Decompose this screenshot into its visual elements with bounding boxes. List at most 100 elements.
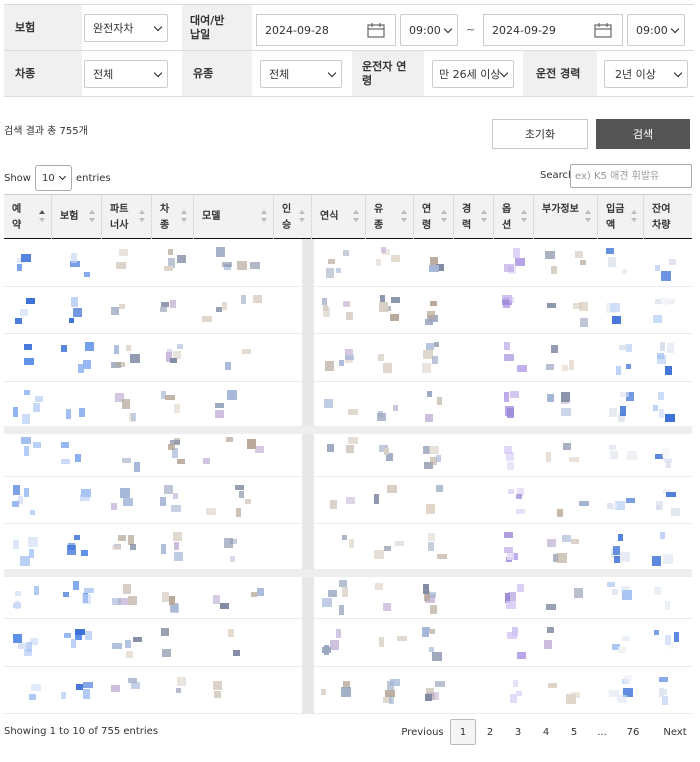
blurred-content xyxy=(626,364,631,369)
table-cell xyxy=(598,572,644,618)
table-cell xyxy=(534,239,598,285)
blurred-content xyxy=(24,649,32,656)
pagination-page[interactable]: 76 xyxy=(616,719,650,745)
table-cell xyxy=(494,619,534,665)
entries-per-page-select[interactable]: 10 xyxy=(34,165,72,191)
column-header-experience[interactable]: 경력 xyxy=(454,195,494,239)
blurred-content xyxy=(12,500,19,507)
blurred-content xyxy=(203,458,210,464)
blurred-content xyxy=(171,603,179,613)
sort-icon xyxy=(631,210,637,224)
pagination-page[interactable]: 3 xyxy=(504,719,532,745)
fuel-type-select[interactable]: 전체 xyxy=(260,60,342,88)
column-header-seats[interactable]: 인승 xyxy=(274,195,312,239)
blurred-content xyxy=(384,546,391,551)
column-header-deposit[interactable]: 입금액 xyxy=(598,195,644,239)
table-row[interactable] xyxy=(4,334,692,382)
table-row[interactable] xyxy=(4,667,692,714)
table-cell xyxy=(644,572,692,618)
table-cell xyxy=(644,334,692,380)
car-type-label: 차종 xyxy=(4,51,82,96)
insurance-select[interactable]: 완전자차 xyxy=(84,14,168,42)
blurred-content xyxy=(21,254,31,262)
table-cell xyxy=(102,287,152,333)
table-cell xyxy=(534,287,598,333)
entries-length-control: Show 10 entries xyxy=(4,165,111,191)
reset-button[interactable]: 초기화 xyxy=(492,119,588,149)
calendar-icon[interactable] xyxy=(594,22,612,38)
table-row[interactable] xyxy=(4,572,692,619)
blurred-content xyxy=(216,306,222,312)
pagination-page[interactable]: 5 xyxy=(560,719,588,745)
table-row[interactable] xyxy=(4,619,692,667)
table-row[interactable] xyxy=(4,429,692,477)
blurred-content xyxy=(504,342,510,350)
blurred-content xyxy=(29,549,34,558)
blurred-content xyxy=(547,539,556,547)
blurred-content xyxy=(63,591,69,597)
blurred-content xyxy=(161,628,169,636)
table-row[interactable] xyxy=(4,382,692,429)
column-header-model[interactable]: 모델 xyxy=(194,195,274,239)
search-button[interactable]: 검색 xyxy=(596,119,690,149)
pagination-next[interactable]: Next xyxy=(654,719,696,745)
table-search-input[interactable] xyxy=(570,164,692,188)
blurred-content xyxy=(428,533,435,541)
column-header-reservation[interactable]: 예약 xyxy=(4,195,52,239)
table-cell xyxy=(312,287,366,333)
table-row[interactable] xyxy=(4,287,692,334)
column-header-options[interactable]: 옵션 xyxy=(494,195,534,239)
sort-icon xyxy=(89,210,95,224)
blurred-content xyxy=(118,535,126,541)
column-header-partner[interactable]: 파트너사 xyxy=(102,195,152,239)
blurred-content xyxy=(571,539,579,544)
driver-age-select[interactable]: 만 26세 이상 xyxy=(432,60,514,88)
table-row[interactable] xyxy=(4,239,692,287)
column-header-car-type[interactable]: 차종 xyxy=(152,195,194,239)
column-header-insurance[interactable]: 보험 xyxy=(52,195,102,239)
blurred-content xyxy=(345,355,354,360)
column-header-remaining-cars[interactable]: 잔여차량 xyxy=(644,195,692,239)
pagination-page[interactable]: 1 xyxy=(450,719,476,745)
driving-experience-select[interactable]: 2년 이상 xyxy=(604,60,688,88)
blurred-content xyxy=(609,445,616,450)
end-date-input[interactable]: 2024-09-29 xyxy=(483,14,623,46)
column-header-age[interactable]: 연령 xyxy=(414,195,454,239)
blurred-content xyxy=(662,695,668,705)
pagination-page[interactable]: 4 xyxy=(532,719,560,745)
column-header-year[interactable]: 연식 xyxy=(312,195,366,239)
blurred-content xyxy=(164,266,173,271)
blurred-content xyxy=(322,297,327,305)
blurred-content xyxy=(15,590,21,596)
blurred-content xyxy=(116,262,126,269)
calendar-icon[interactable] xyxy=(367,22,385,38)
blurred-content xyxy=(557,508,563,517)
pagination-previous[interactable]: Previous xyxy=(400,719,445,745)
table-row[interactable] xyxy=(4,477,692,524)
blurred-content xyxy=(619,345,627,350)
chevron-down-icon xyxy=(443,24,453,34)
table-cell xyxy=(152,619,194,665)
table-cell xyxy=(494,239,534,285)
table-cell xyxy=(312,572,366,618)
blurred-content xyxy=(237,261,247,270)
column-header-fuel[interactable]: 유종 xyxy=(366,195,414,239)
start-date-input[interactable]: 2024-09-28 xyxy=(256,14,396,46)
insurance-label: 보험 xyxy=(4,5,82,50)
pagination-page[interactable]: 2 xyxy=(476,719,504,745)
blurred-content xyxy=(516,493,522,499)
column-header-extra-info[interactable]: 부가정보 xyxy=(534,195,598,239)
blurred-content xyxy=(658,391,664,400)
blurred-content xyxy=(395,541,404,546)
sort-icon xyxy=(441,210,447,224)
end-time-select[interactable]: 09:00 xyxy=(627,14,685,46)
car-type-select[interactable]: 전체 xyxy=(84,60,168,88)
table-cell xyxy=(534,334,598,380)
blurred-content xyxy=(230,556,235,562)
blurred-content xyxy=(67,545,76,555)
start-time-select[interactable]: 09:00 xyxy=(400,14,458,46)
column-header-label: 입금액 xyxy=(606,204,625,231)
table-row[interactable] xyxy=(4,524,692,572)
blurred-content xyxy=(612,502,617,508)
table-cell xyxy=(454,239,494,285)
